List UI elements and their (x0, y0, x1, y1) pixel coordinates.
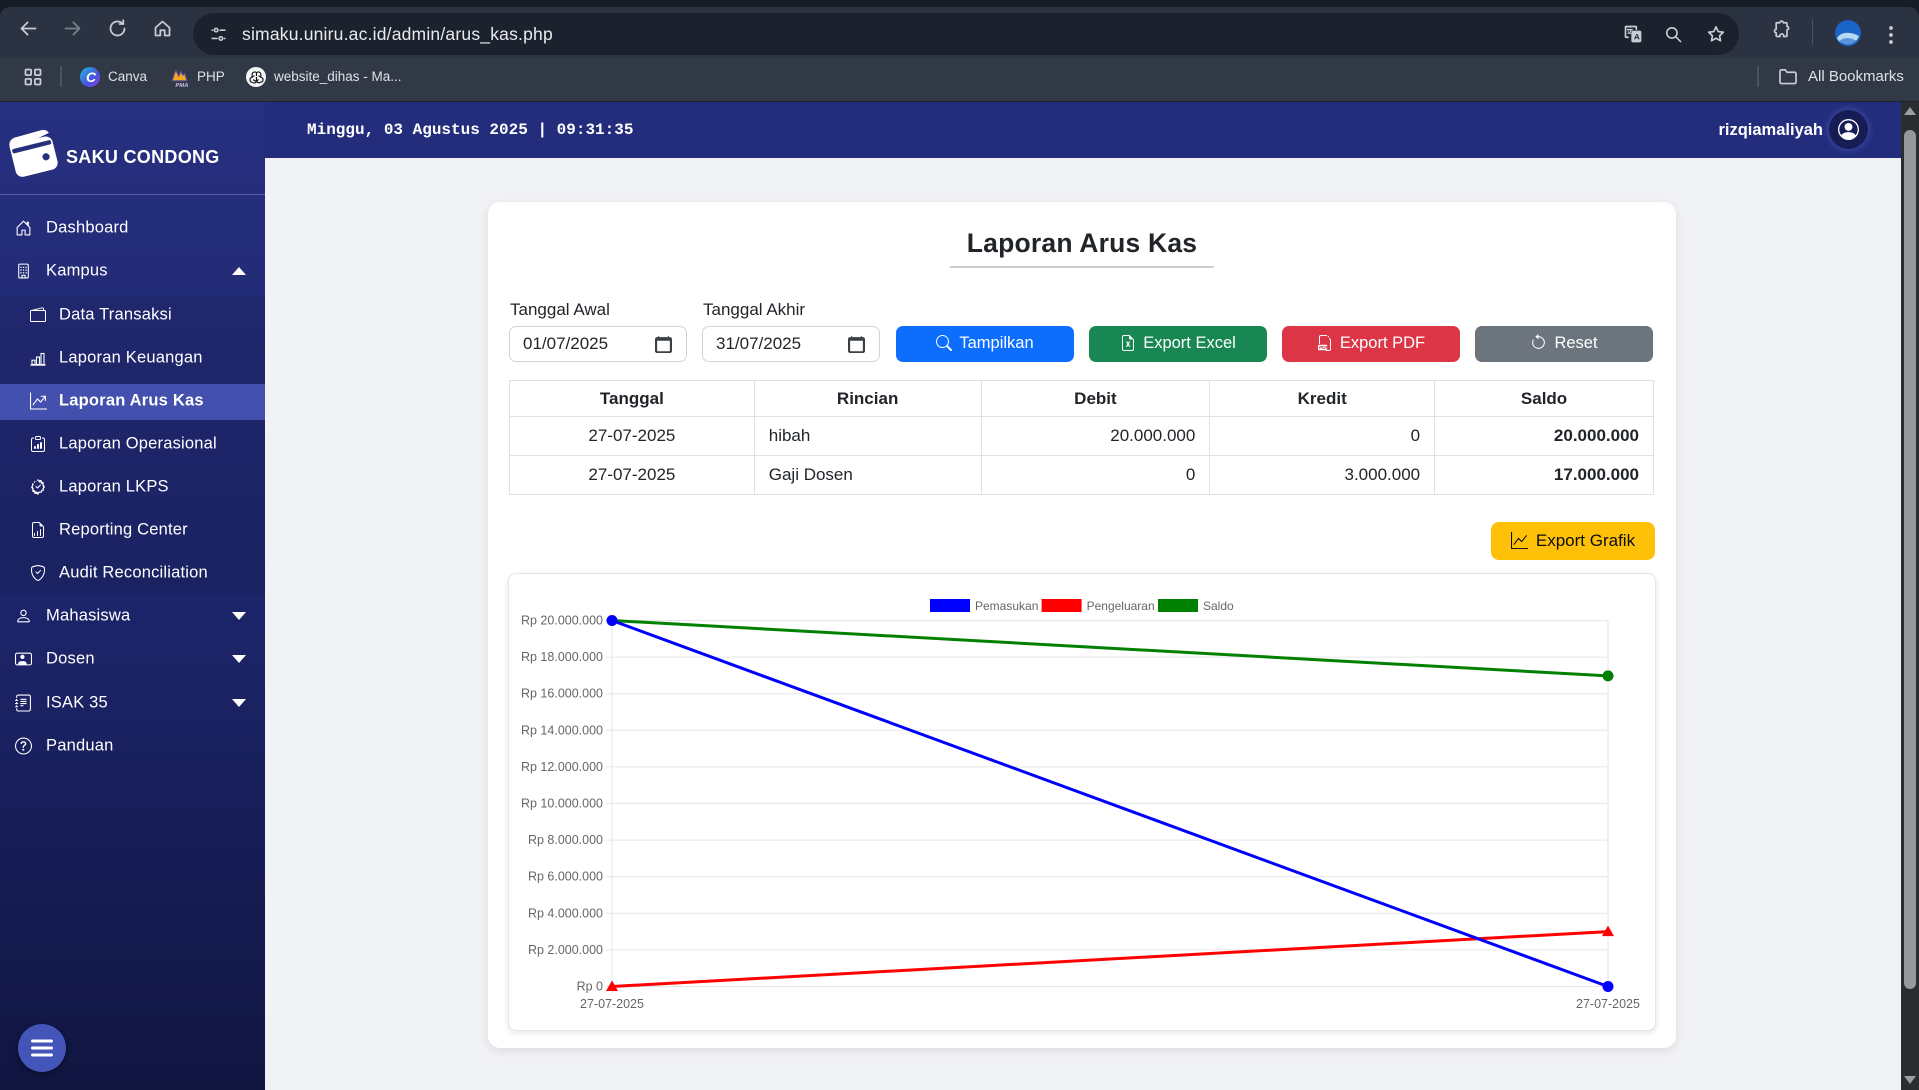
svg-text:Rp 16.000.000: Rp 16.000.000 (521, 687, 603, 701)
svg-text:27-07-2025: 27-07-2025 (1576, 997, 1640, 1011)
svg-text:Pemasukan: Pemasukan (975, 599, 1038, 613)
svg-text:Rp 4.000.000: Rp 4.000.000 (528, 906, 603, 920)
svg-text:Rp 10.000.000: Rp 10.000.000 (521, 797, 603, 811)
svg-text:Rp 12.000.000: Rp 12.000.000 (521, 760, 603, 774)
svg-text:Rp 14.000.000: Rp 14.000.000 (521, 723, 603, 737)
svg-text:PDF: PDF (1319, 345, 1328, 350)
svg-text:Rp 6.000.000: Rp 6.000.000 (528, 870, 603, 884)
svg-text:Rp 2.000.000: Rp 2.000.000 (528, 943, 603, 957)
svg-text:Saldo: Saldo (1203, 599, 1234, 613)
svg-text:Rp 18.000.000: Rp 18.000.000 (521, 650, 603, 664)
svg-text:Rp 0: Rp 0 (577, 980, 603, 994)
svg-text:Rp 20.000.000: Rp 20.000.000 (521, 614, 603, 628)
svg-text:PMA: PMA (175, 83, 188, 88)
svg-text:Rp 8.000.000: Rp 8.000.000 (528, 833, 603, 847)
svg-text:Pengeluaran: Pengeluaran (1087, 599, 1155, 613)
svg-text:27-07-2025: 27-07-2025 (580, 997, 644, 1011)
